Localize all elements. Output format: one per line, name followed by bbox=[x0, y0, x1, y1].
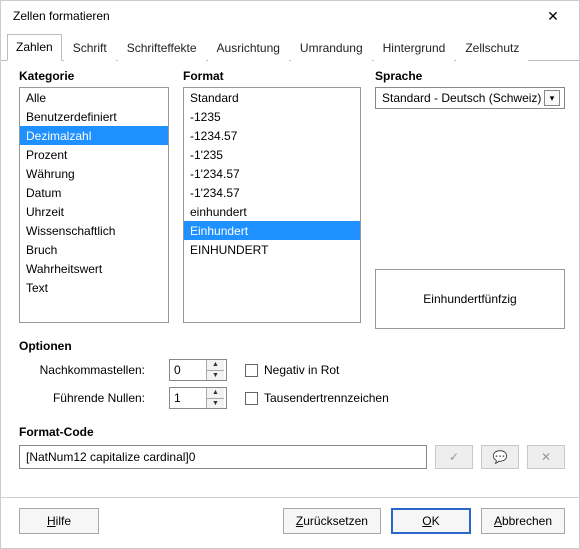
list-item[interactable]: EINHUNDERT bbox=[184, 240, 360, 259]
tab-schrift[interactable]: Schrift bbox=[64, 35, 116, 61]
tab-zellschutz[interactable]: Zellschutz bbox=[456, 35, 528, 61]
cancel-button[interactable]: Abbrechen bbox=[481, 508, 565, 534]
window-title: Zellen formatieren bbox=[13, 9, 535, 23]
thousands-label: Tausendertrennzeichen bbox=[264, 391, 389, 405]
language-combo[interactable]: Standard - Deutsch (Schweiz) ▾ bbox=[375, 87, 565, 109]
delete-code-button[interactable]: ✕ bbox=[527, 445, 565, 469]
thousands-checkbox[interactable]: Tausendertrennzeichen bbox=[245, 391, 389, 405]
spinner-down-icon[interactable]: ▼ bbox=[207, 399, 224, 409]
tab-schrifteffekte[interactable]: Schrifteffekte bbox=[118, 35, 206, 61]
category-header: Kategorie bbox=[19, 69, 169, 83]
leading-zeros-label: Führende Nullen: bbox=[19, 391, 151, 405]
preview-text: Einhundertfünfzig bbox=[423, 292, 516, 306]
help-button[interactable]: Hilfe bbox=[19, 508, 99, 534]
list-item[interactable]: Uhrzeit bbox=[20, 202, 168, 221]
list-item[interactable]: Benutzerdefiniert bbox=[20, 107, 168, 126]
list-item[interactable]: -1235 bbox=[184, 107, 360, 126]
ok-label: OK bbox=[422, 514, 439, 528]
list-item[interactable]: Einhundert bbox=[184, 221, 360, 240]
spinner-up-icon[interactable]: ▲ bbox=[207, 360, 224, 371]
list-item[interactable]: Datum bbox=[20, 183, 168, 202]
list-item[interactable]: -1'234.57 bbox=[184, 183, 360, 202]
list-item[interactable]: -1'235 bbox=[184, 145, 360, 164]
list-item[interactable]: Prozent bbox=[20, 145, 168, 164]
titlebar: Zellen formatieren ✕ bbox=[1, 1, 579, 31]
format-cells-dialog: Zellen formatieren ✕ Zahlen Schrift Schr… bbox=[0, 0, 580, 549]
list-item[interactable]: -1234.57 bbox=[184, 126, 360, 145]
list-item[interactable]: Wahrheitswert bbox=[20, 259, 168, 278]
options-header: Optionen bbox=[19, 339, 565, 353]
comment-icon: 💬 bbox=[493, 450, 508, 464]
language-value: Standard - Deutsch (Schweiz) bbox=[382, 91, 544, 105]
cancel-label: Abbrechen bbox=[494, 514, 552, 528]
format-preview: Einhundertfünfzig bbox=[375, 269, 565, 329]
list-item[interactable]: Wissenschaftlich bbox=[20, 221, 168, 240]
chevron-down-icon[interactable]: ▾ bbox=[544, 90, 560, 106]
close-icon[interactable]: ✕ bbox=[535, 3, 571, 29]
list-item[interactable]: Alle bbox=[20, 88, 168, 107]
tab-content: Kategorie Alle Benutzerdefiniert Dezimal… bbox=[1, 61, 579, 497]
checkbox-icon bbox=[245, 364, 258, 377]
tab-zahlen[interactable]: Zahlen bbox=[7, 34, 62, 61]
list-item[interactable]: Dezimalzahl bbox=[20, 126, 168, 145]
negative-red-label: Negativ in Rot bbox=[264, 363, 339, 377]
decimals-input[interactable] bbox=[170, 360, 206, 380]
apply-code-button[interactable]: ✓ bbox=[435, 445, 473, 469]
leading-zeros-input[interactable] bbox=[170, 388, 206, 408]
list-item[interactable]: Währung bbox=[20, 164, 168, 183]
category-listbox[interactable]: Alle Benutzerdefiniert Dezimalzahl Proze… bbox=[19, 87, 169, 323]
format-code-input[interactable] bbox=[19, 445, 427, 469]
help-label: Hilfe bbox=[47, 514, 71, 528]
decimals-label: Nachkommastellen: bbox=[19, 363, 151, 377]
format-listbox[interactable]: Standard -1235 -1234.57 -1'235 -1'234.57… bbox=[183, 87, 361, 323]
reset-label: Zurücksetzen bbox=[296, 514, 368, 528]
tab-umrandung[interactable]: Umrandung bbox=[291, 35, 372, 61]
format-code-header: Format-Code bbox=[19, 425, 565, 439]
list-item[interactable]: -1'234.57 bbox=[184, 164, 360, 183]
tab-strip: Zahlen Schrift Schrifteffekte Ausrichtun… bbox=[1, 31, 579, 61]
list-item[interactable]: Standard bbox=[184, 88, 360, 107]
ok-button[interactable]: OK bbox=[391, 508, 471, 534]
dialog-footer: Hilfe Zurücksetzen OK Abbrechen bbox=[1, 497, 579, 548]
list-item[interactable]: Bruch bbox=[20, 240, 168, 259]
leading-zeros-spinner[interactable]: ▲ ▼ bbox=[169, 387, 227, 409]
list-item[interactable]: einhundert bbox=[184, 202, 360, 221]
delete-icon: ✕ bbox=[541, 450, 551, 464]
tab-hintergrund[interactable]: Hintergrund bbox=[374, 35, 455, 61]
reset-button[interactable]: Zurücksetzen bbox=[283, 508, 381, 534]
language-header: Sprache bbox=[375, 69, 565, 83]
spinner-up-icon[interactable]: ▲ bbox=[207, 388, 224, 399]
format-header: Format bbox=[183, 69, 361, 83]
checkbox-icon bbox=[245, 392, 258, 405]
comment-code-button[interactable]: 💬 bbox=[481, 445, 519, 469]
check-icon: ✓ bbox=[449, 450, 459, 464]
decimals-spinner[interactable]: ▲ ▼ bbox=[169, 359, 227, 381]
tab-ausrichtung[interactable]: Ausrichtung bbox=[208, 35, 289, 61]
negative-red-checkbox[interactable]: Negativ in Rot bbox=[245, 363, 339, 377]
spinner-down-icon[interactable]: ▼ bbox=[207, 371, 224, 381]
list-item[interactable]: Text bbox=[20, 278, 168, 297]
